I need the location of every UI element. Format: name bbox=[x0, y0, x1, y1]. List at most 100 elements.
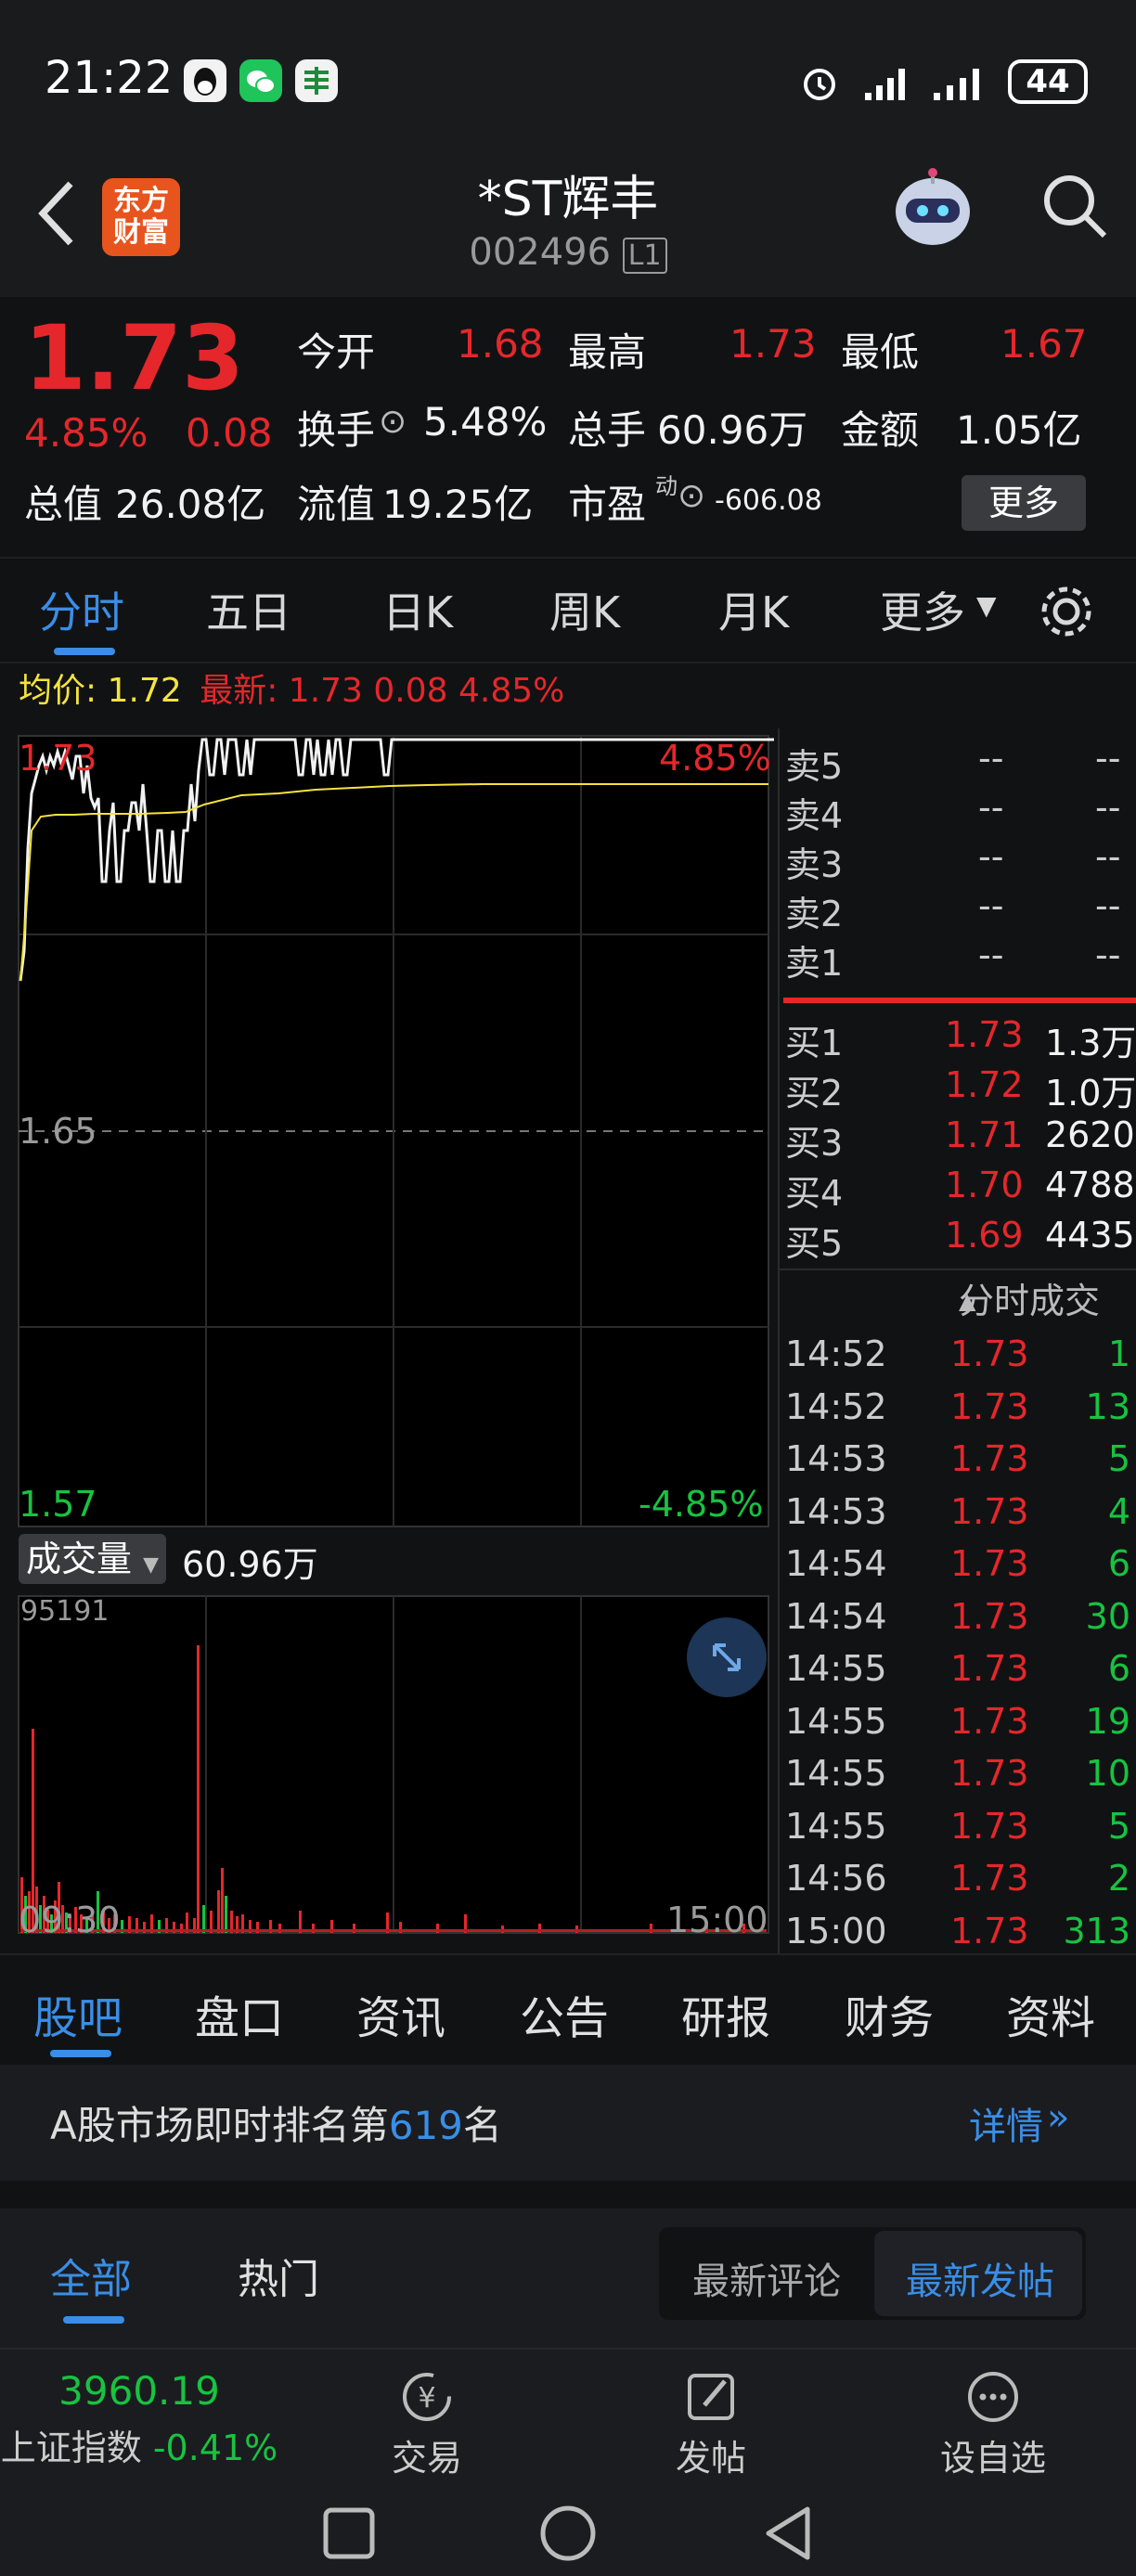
trade-time: 14:53 bbox=[785, 1438, 887, 1479]
rank-detail-link[interactable]: 详情 bbox=[969, 2096, 1043, 2150]
trade-price: 1.73 bbox=[950, 1385, 1029, 1427]
mktcap-value: 26.08亿 bbox=[115, 482, 266, 527]
intraday-chart[interactable] bbox=[0, 728, 780, 1953]
time-end: 15:00 bbox=[666, 1900, 768, 1940]
trade-time: 14:54 bbox=[785, 1543, 887, 1584]
pe-value: -606.08 bbox=[715, 484, 822, 517]
tab-daily-k[interactable]: 日K bbox=[382, 579, 453, 640]
bid-label: 买1 bbox=[785, 1023, 844, 1063]
bid-label: 买4 bbox=[785, 1173, 844, 1214]
volume-bar bbox=[225, 1896, 227, 1933]
expand-icon[interactable] bbox=[687, 1617, 767, 1697]
trade-volume: 2 bbox=[1107, 1858, 1130, 1899]
turnover-value: 5.48% bbox=[423, 399, 548, 444]
ask-price: -- bbox=[978, 836, 1004, 877]
ask-volume: -- bbox=[1095, 836, 1121, 877]
volume-baseline bbox=[20, 1929, 767, 1932]
avg-label: 均价: bbox=[19, 672, 97, 710]
tab-profile[interactable]: 资料 bbox=[1006, 1981, 1095, 2046]
more-button[interactable]: 更多 bbox=[962, 475, 1086, 531]
tab-monthly-k[interactable]: 月K bbox=[718, 579, 789, 640]
index-widget[interactable]: 3960.19 上证指数 -0.41% bbox=[0, 2368, 278, 2470]
trade-time: 14:52 bbox=[785, 1385, 887, 1427]
logo-line1: 东方 bbox=[113, 185, 169, 217]
trade-row: 14:55 1.73 10 bbox=[780, 1747, 1136, 1800]
tab-intraday[interactable]: 分时 bbox=[39, 579, 124, 640]
logo-line2: 财富 bbox=[113, 216, 169, 249]
robot-avatar-icon[interactable] bbox=[882, 158, 984, 264]
time-start: 09:30 bbox=[19, 1900, 121, 1940]
index-change: -0.41% bbox=[152, 2428, 278, 2468]
qq-icon bbox=[184, 59, 226, 102]
pe-label: 市盈 bbox=[568, 482, 647, 527]
tab-notices[interactable]: 公告 bbox=[520, 1981, 609, 2046]
tab-finance[interactable]: 财务 bbox=[845, 1981, 934, 2046]
info-icon[interactable]: ⊙ bbox=[379, 403, 407, 441]
tab-more[interactable]: 更多 bbox=[880, 579, 965, 640]
wechat-icon bbox=[239, 59, 282, 102]
trade-price: 1.73 bbox=[950, 1700, 1029, 1742]
more-circle-icon bbox=[961, 2372, 1026, 2429]
trade-volume: 6 bbox=[1107, 1648, 1130, 1689]
tab-level[interactable]: 盘口 bbox=[195, 1981, 284, 2046]
float-label: 流值 bbox=[297, 482, 376, 527]
amount-value: 1.05亿 bbox=[956, 407, 1082, 453]
ask-price: -- bbox=[978, 885, 1004, 926]
recent-apps-icon[interactable] bbox=[321, 2505, 377, 2565]
last-pct: 4.85% bbox=[458, 672, 565, 710]
search-icon[interactable] bbox=[1038, 169, 1112, 247]
open-label: 今开 bbox=[297, 329, 376, 375]
back-icon[interactable] bbox=[759, 2504, 819, 2567]
trade-row: 14:52 1.73 1 bbox=[780, 1328, 1136, 1381]
home-icon[interactable] bbox=[538, 2504, 598, 2567]
tab-hot[interactable]: 热门 bbox=[238, 2246, 319, 2305]
volume-label: 总手 bbox=[568, 407, 647, 453]
add-watchlist-button[interactable]: 设自选 bbox=[928, 2368, 1058, 2480]
trade-volume: 13 bbox=[1085, 1385, 1130, 1427]
tab-five-day[interactable]: 五日 bbox=[206, 579, 291, 640]
high-label: 最高 bbox=[568, 329, 647, 375]
gear-icon[interactable] bbox=[1036, 581, 1097, 646]
status-time: 21:22 bbox=[45, 52, 174, 104]
tab-news[interactable]: 资讯 bbox=[356, 1981, 445, 2046]
trade-volume: 19 bbox=[1085, 1700, 1130, 1742]
trades-header[interactable]: 分时成交 ▲ bbox=[780, 1274, 1136, 1328]
app-logo: 东方 财富 bbox=[102, 178, 180, 256]
trade-time: 14:55 bbox=[785, 1753, 887, 1794]
info-icon[interactable]: ⊙ bbox=[678, 477, 705, 515]
trade-price: 1.73 bbox=[950, 1543, 1029, 1584]
axis-pct-top: 4.85% bbox=[659, 738, 771, 779]
trade-button[interactable]: ¥ 交易 bbox=[371, 2368, 483, 2480]
post-button[interactable]: 发帖 bbox=[655, 2368, 767, 2480]
rank-text: A股市场即时排名第619名 bbox=[50, 2094, 502, 2151]
trade-time: 14:54 bbox=[785, 1595, 887, 1637]
alarm-icon bbox=[798, 61, 841, 108]
last-value: 1.73 bbox=[288, 672, 363, 710]
trade-price: 1.73 bbox=[950, 1438, 1029, 1479]
volume-selector[interactable]: 成交量 ▼ bbox=[19, 1534, 167, 1584]
ask-label: 卖2 bbox=[785, 894, 844, 934]
tab-forum[interactable]: 股吧 bbox=[33, 1981, 123, 2046]
quote-panel: 1.73 4.85% 0.08 今开 1.68 最高 1.73 最低 1.67 … bbox=[0, 297, 1136, 552]
trade-time: 14:55 bbox=[785, 1805, 887, 1847]
avg-value: 1.72 bbox=[107, 672, 182, 710]
chevron-left-icon[interactable] bbox=[33, 176, 80, 254]
sort-latest-comment[interactable]: 最新评论 bbox=[692, 2251, 841, 2305]
watch-label: 设自选 bbox=[939, 2438, 1046, 2479]
turnover-label: 换手 bbox=[297, 407, 376, 453]
sort-latest-post[interactable]: 最新发帖 bbox=[906, 2251, 1054, 2305]
chart-legend: 均价: 1.72 最新: 1.73 0.08 4.85% bbox=[0, 663, 1136, 728]
level-badge: L1 bbox=[622, 238, 667, 274]
tab-all[interactable]: 全部 bbox=[50, 2246, 132, 2305]
stock-name: *ST辉丰 bbox=[477, 172, 659, 227]
system-nav-bar bbox=[0, 2487, 1136, 2576]
trade-row: 14:55 1.73 19 bbox=[780, 1695, 1136, 1748]
trade-volume: 1 bbox=[1107, 1333, 1130, 1374]
tab-weekly-k[interactable]: 周K bbox=[549, 579, 620, 640]
last-label: 最新: bbox=[200, 672, 278, 710]
rank-banner[interactable]: A股市场即时排名第619名 详情 » bbox=[0, 2065, 1136, 2181]
ask-label: 卖3 bbox=[785, 844, 844, 885]
tab-research[interactable]: 研报 bbox=[681, 1981, 770, 2046]
trade-price: 1.73 bbox=[950, 1648, 1029, 1689]
ask-volume: -- bbox=[1095, 738, 1121, 779]
